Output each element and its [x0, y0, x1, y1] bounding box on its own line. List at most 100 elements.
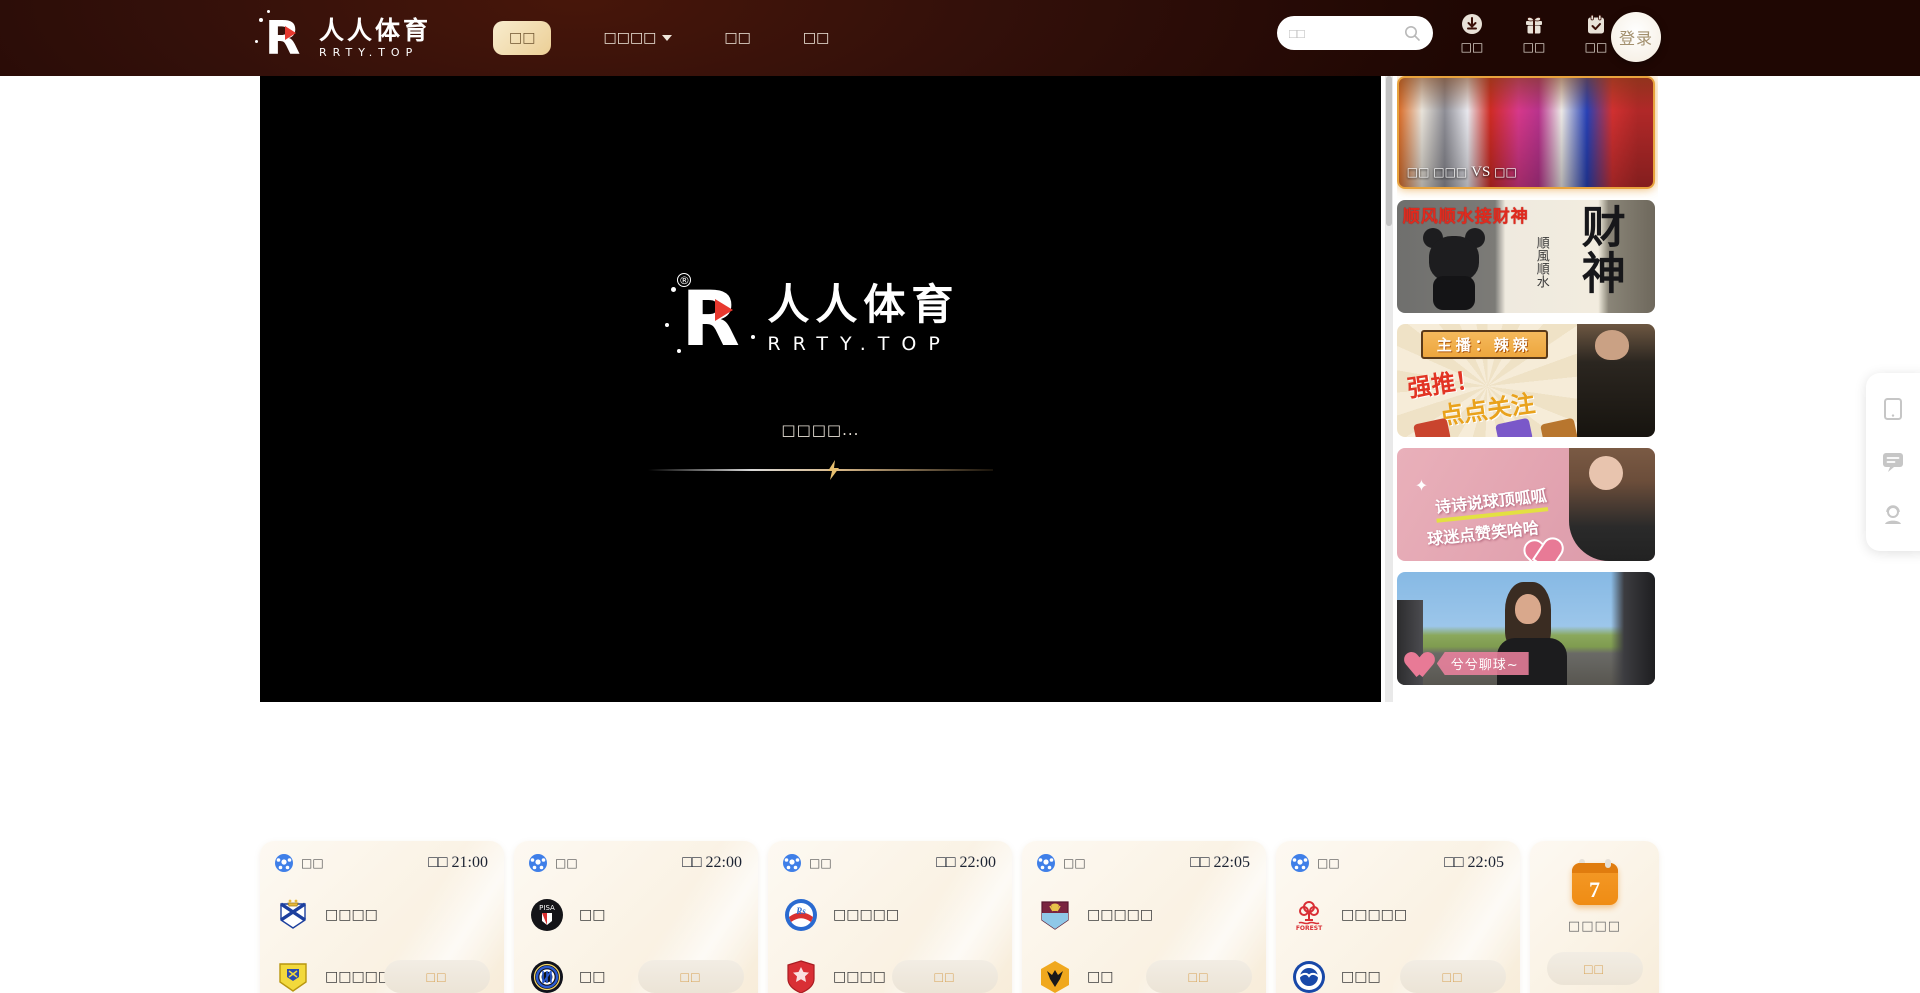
page: R 人人体育 RRTY.TOP □□ □□□□ □□ □□	[0, 0, 1920, 993]
reserve-button[interactable]: □□	[1146, 960, 1252, 993]
calendar-icon	[1584, 12, 1608, 36]
match-time: □□ 22:05	[1444, 854, 1504, 872]
soccer-ball-icon	[1036, 853, 1056, 873]
nav-item-home[interactable]: □□	[493, 21, 551, 55]
home-team-name: □□	[579, 907, 605, 923]
calligraphy-text: 财神	[1577, 204, 1621, 296]
match-card[interactable]: □□ □□ 22:00 Rs □□□□□ □□□□ □□	[768, 841, 1012, 993]
bearbrick-figure	[1419, 226, 1489, 310]
sidebar-scrollbar[interactable]	[1385, 76, 1393, 702]
match-time: □□ 22:00	[936, 854, 996, 872]
player-watermark: ® R 人人体育 RRTY.TOP	[681, 279, 959, 359]
streamer-photo	[1577, 324, 1655, 437]
wolves-logo	[1036, 958, 1074, 993]
gift-link[interactable]: □□	[1514, 12, 1554, 54]
league-label: □□	[1317, 856, 1340, 870]
chevron-down-icon	[662, 35, 672, 41]
brand-name: 人人体育	[319, 18, 431, 44]
gift-icon	[1522, 12, 1546, 36]
away-team-name: □□	[1087, 969, 1113, 985]
player-logo-r-icon: ® R	[681, 279, 753, 359]
away-team-name: □□□	[1341, 969, 1381, 985]
mobile-app-button[interactable]	[1880, 396, 1906, 422]
thumbnail-ribbon: 兮兮聊球~	[1437, 652, 1529, 675]
loading-progress-bar	[648, 469, 993, 471]
match-card[interactable]: □□ □□ 22:05 FOREST □□□□□ □□□ □□	[1276, 841, 1520, 993]
thumbnail-overlay-text: 顺风顺水接财神	[1403, 202, 1529, 227]
schedule-label: □□	[1585, 40, 1608, 54]
away-team-name: □□	[579, 969, 605, 985]
support-icon	[1881, 503, 1905, 527]
download-link[interactable]: □□	[1452, 12, 1492, 54]
floating-tools-panel	[1866, 373, 1920, 551]
league-label: □□	[809, 856, 832, 870]
thumbnail-streamer-xixi[interactable]: 兮兮聊球~	[1397, 572, 1655, 685]
search-box	[1277, 16, 1433, 50]
thumbnail-caption: □□ □□□ VS □□	[1407, 164, 1517, 181]
lightning-bolt-icon	[827, 460, 841, 480]
match-card[interactable]: □□ □□ 22:05 □□□□□ □□ □□	[1022, 841, 1266, 993]
chat-icon	[1881, 451, 1905, 473]
league-label: □□	[301, 856, 324, 870]
gift-label: □□	[1523, 40, 1546, 54]
home-team-name: □□□□□	[833, 907, 899, 923]
player-domain: RRTY.TOP	[767, 333, 959, 355]
calendar-7-icon: 7	[1572, 863, 1618, 905]
home-team-name: □□□□	[325, 907, 378, 923]
strasbourg-logo: Rs	[782, 896, 820, 934]
chat-button[interactable]	[1880, 449, 1906, 475]
away-team-name: □□□□	[833, 969, 886, 985]
nav-item-3[interactable]: □□	[724, 30, 750, 46]
hero-section: ® R 人人体育 RRTY.TOP □□□□...	[260, 76, 1658, 702]
aston-villa-logo	[1036, 896, 1074, 934]
real-sociedad-logo	[274, 896, 312, 934]
sparkle-icon: ✦	[1415, 476, 1428, 495]
quick-links: □□ □□ □□	[1452, 12, 1616, 54]
nav-item-4[interactable]: □□	[803, 30, 829, 46]
device-icon	[1882, 397, 1904, 421]
download-icon	[1460, 12, 1484, 36]
nav-item-categories[interactable]: □□□□	[603, 30, 672, 46]
reserve-button[interactable]: □□	[1400, 960, 1506, 993]
match-card[interactable]: □□ □□ 21:00 □□□□ □□□□□□ □□	[260, 841, 504, 993]
live-thumbnails-sidebar: □□ □□□ VS □□ 财神 順風順水 顺风顺水接财神 主播：辣辣 强推！ 点…	[1397, 76, 1658, 702]
video-player[interactable]: ® R 人人体育 RRTY.TOP □□□□...	[260, 76, 1381, 702]
site-logo[interactable]: R 人人体育 RRTY.TOP	[265, 14, 431, 62]
thumbnail-fortune-stream[interactable]: 财神 順風順水 顺风顺水接财神	[1397, 200, 1655, 313]
reserve-button[interactable]: □□	[638, 960, 744, 993]
reserve-button[interactable]: □□	[384, 960, 490, 993]
home-team-name: □□□□□	[1341, 907, 1407, 923]
schedule-label: □□□□	[1568, 919, 1621, 934]
search-icon[interactable]	[1403, 24, 1421, 42]
streamer-photo	[1569, 448, 1655, 561]
full-schedule-card[interactable]: 7 □□□□ □□	[1530, 841, 1659, 993]
header: R 人人体育 RRTY.TOP □□ □□□□ □□ □□	[0, 0, 1920, 76]
brest-logo	[782, 958, 820, 993]
thumbnail-streamer-shishi[interactable]: ✦ 诗诗说球顶呱呱 球迷点赞笑哈哈	[1397, 448, 1655, 561]
svg-text:FOREST: FOREST	[1296, 925, 1323, 932]
schedule-link[interactable]: □□	[1576, 12, 1616, 54]
download-label: □□	[1461, 40, 1484, 54]
main-nav: □□ □□□□ □□ □□	[493, 21, 829, 55]
customer-service-button[interactable]	[1880, 502, 1906, 528]
loading-text: □□□□...	[781, 421, 859, 439]
pisa-logo: PISA	[528, 896, 566, 934]
upcoming-matches-row: □□ □□ 21:00 □□□□ □□□□□□ □□ □□ □□	[260, 841, 1659, 993]
match-time: □□ 21:00	[428, 854, 488, 872]
logo-r-icon: R	[265, 14, 309, 62]
brighton-logo	[1290, 958, 1328, 993]
league-label: □□	[555, 856, 578, 870]
streamer-banner: 主播：辣辣	[1421, 330, 1548, 359]
soccer-ball-icon	[1290, 853, 1310, 873]
login-button[interactable]: 登录	[1611, 12, 1661, 62]
match-card[interactable]: □□ □□ 22:00 PISA □□ □□ □□	[514, 841, 758, 993]
thumbnail-match-stream[interactable]: □□ □□□ VS □□	[1397, 76, 1655, 189]
match-time: □□ 22:00	[682, 854, 742, 872]
home-team-name: □□□□□	[1087, 907, 1153, 923]
thumbnail-streamer-lala[interactable]: 主播：辣辣 强推！ 点点关注	[1397, 324, 1655, 437]
view-schedule-button[interactable]: □□	[1547, 952, 1643, 985]
reserve-button[interactable]: □□	[892, 960, 998, 993]
search-input[interactable]	[1289, 26, 1403, 41]
soccer-ball-icon	[274, 853, 294, 873]
heart-icon	[1407, 651, 1437, 677]
